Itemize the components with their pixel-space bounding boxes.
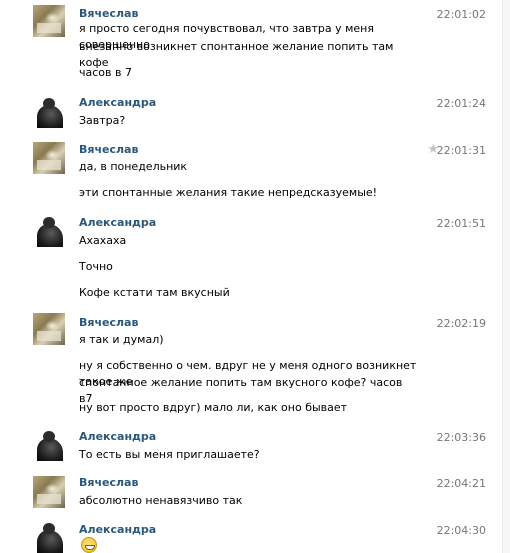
- grinning-emoji-icon: [81, 537, 97, 553]
- avatar[interactable]: [33, 476, 65, 508]
- message-text: ну вот просто вдруг) мало ли, как оно бы…: [79, 401, 348, 414]
- avatar[interactable]: [33, 96, 65, 128]
- avatar[interactable]: [33, 521, 65, 553]
- author-name[interactable]: Александра: [79, 216, 156, 229]
- message-time[interactable]: 22:01:02: [437, 8, 486, 21]
- message-time[interactable]: 22:01:24: [437, 97, 486, 110]
- author-name[interactable]: Александра: [79, 96, 156, 109]
- message-text: эти спонтанные желания такие непредсказу…: [79, 186, 378, 199]
- message-time[interactable]: 22:02:19: [437, 317, 486, 330]
- avatar[interactable]: [33, 5, 65, 37]
- author-name[interactable]: Вячеслав: [79, 476, 138, 489]
- avatar[interactable]: [33, 313, 65, 345]
- scrollbar[interactable]: [502, 0, 510, 553]
- message-text: я так и думал): [79, 333, 164, 346]
- message-time[interactable]: 22:01:31: [437, 144, 486, 157]
- message-text: Завтра?: [79, 114, 126, 127]
- message-text: Ахахаха: [79, 234, 127, 247]
- author-name[interactable]: Александра: [79, 523, 156, 536]
- author-name[interactable]: Александра: [79, 430, 156, 443]
- message-text: часов в 7: [79, 66, 132, 79]
- author-name[interactable]: Вячеслав: [79, 316, 138, 329]
- avatar[interactable]: [33, 142, 65, 174]
- message-text: да, в понедельник: [79, 160, 188, 173]
- message-time[interactable]: 22:04:30: [437, 524, 486, 537]
- message-text: То есть вы меня приглашаете?: [79, 448, 260, 461]
- chat-history: Вячеслав 22:01:02 я просто сегодня почув…: [0, 0, 510, 553]
- message-time[interactable]: 22:01:51: [437, 217, 486, 230]
- message-text: Кофе кстати там вкусный: [79, 286, 230, 299]
- author-name[interactable]: Вячеслав: [79, 143, 138, 156]
- message-time[interactable]: 22:04:21: [437, 477, 486, 490]
- message-text: абсолютно ненавязчиво так: [79, 494, 243, 507]
- avatar[interactable]: [33, 429, 65, 461]
- message-text: Точно: [79, 260, 113, 273]
- author-name[interactable]: Вячеслав: [79, 7, 138, 20]
- message-time[interactable]: 22:03:36: [437, 431, 486, 444]
- avatar[interactable]: [33, 215, 65, 247]
